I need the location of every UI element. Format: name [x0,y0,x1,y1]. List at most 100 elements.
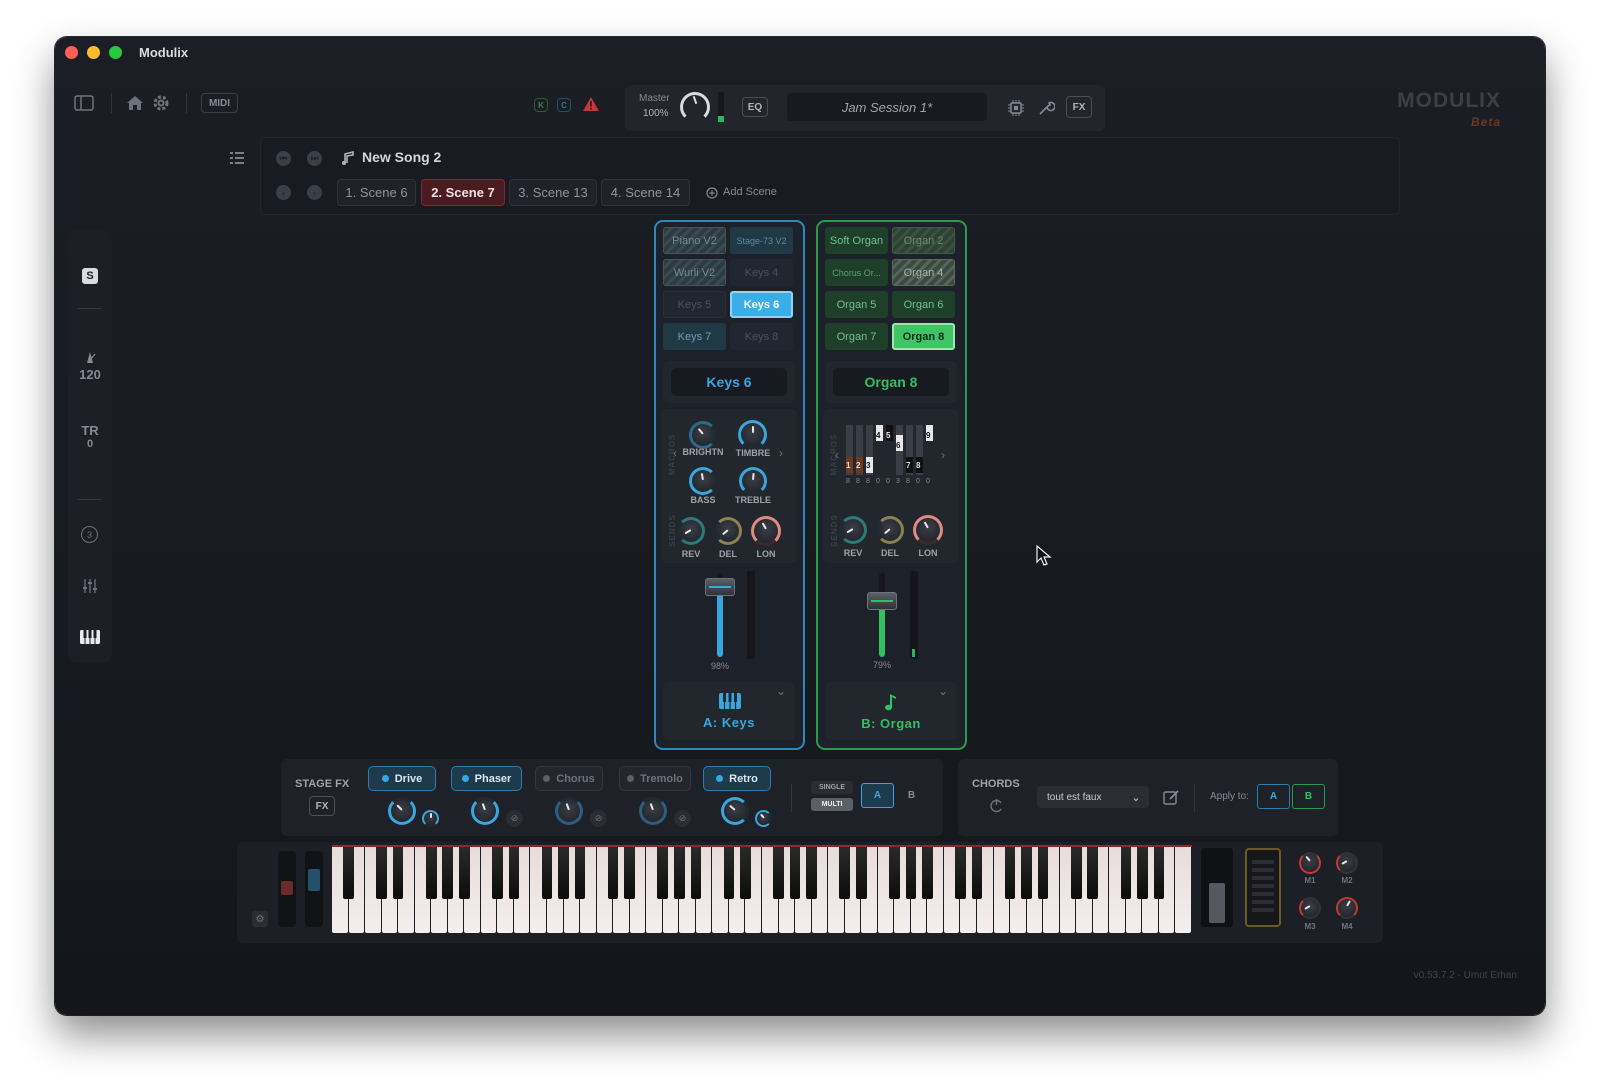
slot-a-8[interactable]: Keys 8 [730,323,793,350]
slot-b-1[interactable]: Soft Organ [825,227,888,254]
black-key[interactable] [624,847,635,899]
macro-knob-m1[interactable] [1299,852,1321,874]
lon-send-knob-b[interactable] [913,515,943,545]
black-key[interactable] [392,847,404,899]
previous-scene-icon[interactable]: ‹ [276,185,291,200]
black-key[interactable] [508,847,520,899]
transpose-label[interactable]: TR [68,423,112,438]
volume-fader-a[interactable] [705,578,735,596]
slot-b-5[interactable]: Organ 5 [825,291,888,318]
black-key[interactable] [376,847,387,899]
slot-a-7[interactable]: Keys 7 [663,323,726,350]
fx-drive-toggle[interactable]: Drive [368,766,436,791]
slot-b-3[interactable]: Chorus Or... [825,259,888,286]
phaser-amount-knob[interactable] [471,797,499,825]
chevron-down-icon-b[interactable]: ⌄ [937,684,949,698]
scene-tab-2-active[interactable]: 2. Scene 7 [421,179,505,206]
s-button[interactable]: S [82,268,98,284]
black-key[interactable] [690,847,702,899]
brightness-knob[interactable] [689,421,717,449]
bass-knob[interactable] [689,467,717,495]
sustain-pedal[interactable] [1245,848,1281,927]
cpu-icon[interactable] [1006,98,1026,118]
previous-song-icon[interactable]: ⏮ [276,151,291,166]
gear-icon[interactable] [151,93,171,113]
stage-fx-button[interactable]: FX [309,796,335,816]
black-key[interactable] [1137,847,1148,899]
zoom-window-button[interactable] [109,46,122,59]
black-key[interactable] [955,847,966,899]
black-key[interactable] [922,847,933,899]
chevron-down-icon-chords[interactable]: ⌄ [1130,789,1142,805]
reverb-send-knob-a[interactable] [677,517,705,545]
black-key[interactable] [889,847,900,899]
volume-fader-b[interactable] [867,592,897,610]
minimize-window-button[interactable] [87,46,100,59]
pitch-wheel[interactable] [278,851,296,927]
drawbar-next-icon[interactable]: › [939,448,947,462]
multi-mode-button[interactable]: MULTI [811,798,853,811]
white-key[interactable] [1175,847,1191,933]
black-key[interactable] [574,847,586,899]
fx-chorus-toggle[interactable]: Chorus [535,766,603,791]
chords-power-icon[interactable] [988,797,1004,813]
slot-b-6[interactable]: Organ 6 [892,291,955,318]
fx-retro-toggle[interactable]: Retro [703,766,771,791]
black-key[interactable] [806,847,817,899]
black-key[interactable] [740,847,751,899]
delay-send-knob-b[interactable] [876,516,904,544]
fx-tremolo-toggle[interactable]: Tremolo [619,766,691,791]
layer-count-button[interactable]: 3 [81,526,98,543]
delay-send-knob-a[interactable] [714,517,742,545]
fx-target-a-button[interactable]: A [861,783,894,808]
slot-a-5[interactable]: Keys 5 [663,291,726,318]
black-key[interactable] [343,847,354,899]
chorus-link-icon[interactable]: ⊘ [590,810,607,827]
slot-a-1[interactable]: Piano V2 [663,227,726,254]
black-key[interactable] [1153,847,1165,899]
black-key[interactable] [1021,847,1032,899]
black-key[interactable] [905,847,917,899]
phaser-link-icon[interactable]: ⊘ [506,810,523,827]
black-key[interactable] [1120,847,1132,899]
black-key[interactable] [789,847,801,899]
black-key[interactable] [839,847,850,899]
black-key[interactable] [1087,847,1099,899]
expression-slider[interactable] [1201,848,1233,927]
chords-apply-b-button[interactable]: B [1292,784,1325,809]
treble-knob[interactable] [739,467,767,495]
slot-b-4[interactable]: Organ 4 [892,259,955,286]
midi-button[interactable]: MIDI [201,93,238,113]
next-scene-icon[interactable]: › [307,185,322,200]
chevron-down-icon-a[interactable]: ⌄ [775,684,787,698]
scene-tab-4[interactable]: 4. Scene 14 [601,179,690,206]
scene-tab-1[interactable]: 1. Scene 6 [337,179,416,206]
tremolo-link-icon[interactable]: ⊘ [674,810,691,827]
sidebar-toggle-icon[interactable] [73,94,95,112]
tempo-value[interactable]: 120 [68,367,112,382]
list-icon[interactable] [229,150,245,166]
channel-a-preset-name[interactable]: Keys 6 [671,368,787,396]
drive-tone-knob[interactable] [422,810,439,827]
black-key[interactable] [657,847,669,899]
add-scene-icon[interactable] [705,186,719,200]
home-icon[interactable] [125,93,145,113]
slot-a-6-selected[interactable]: Keys 6 [730,291,793,318]
lon-send-knob-a[interactable] [751,516,781,546]
black-key[interactable] [442,847,454,899]
scene-tab-3[interactable]: 3. Scene 13 [509,179,597,206]
mixer-icon[interactable] [81,577,99,595]
black-key[interactable] [558,847,569,899]
slot-b-7[interactable]: Organ 7 [825,323,888,350]
channel-b-preset-name[interactable]: Organ 8 [833,368,949,396]
black-key[interactable] [459,847,470,899]
macro-knob-m4[interactable] [1336,897,1358,919]
mod-wheel[interactable] [305,851,323,927]
reverb-send-knob-b[interactable] [839,516,867,544]
black-key[interactable] [674,847,685,899]
black-key[interactable] [1004,847,1016,899]
keyboard-settings-icon[interactable]: ⚙ [252,911,268,927]
retro-amount-knob[interactable] [721,797,749,825]
slot-b-2[interactable]: Organ 2 [892,227,955,254]
master-volume-knob[interactable] [680,92,710,122]
